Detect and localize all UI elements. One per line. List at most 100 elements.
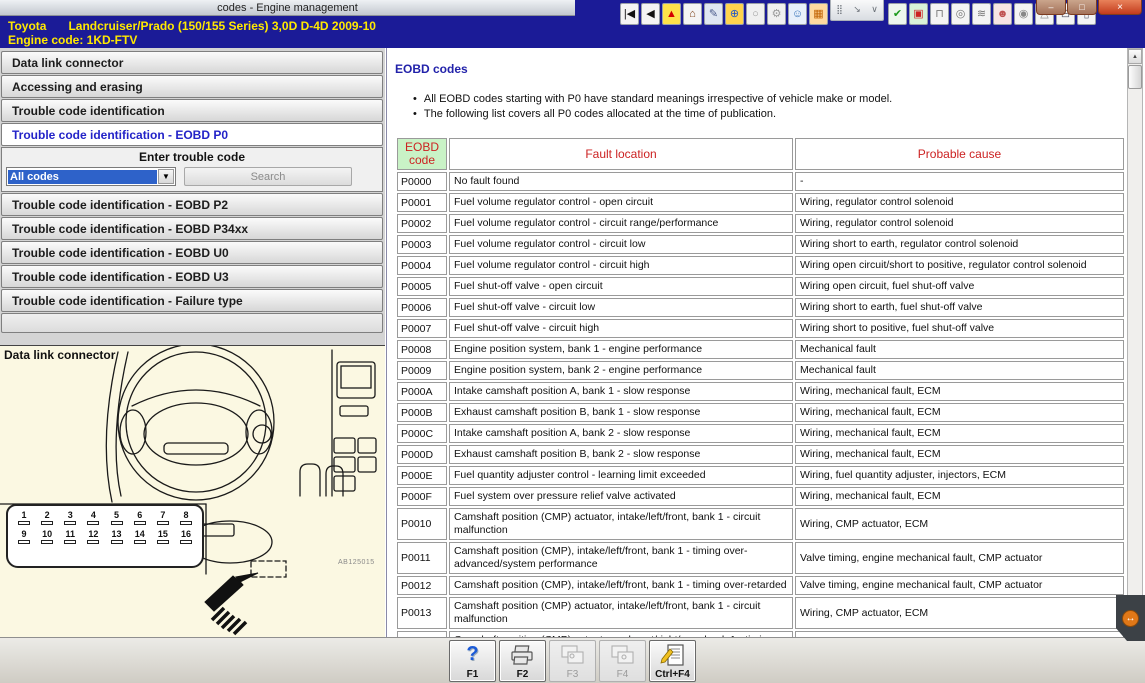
vehicle-header: ToyotaLandcruiser/Prado (150/155 Series)… xyxy=(8,19,376,33)
pin-slot xyxy=(180,521,192,525)
close-button[interactable]: × xyxy=(1098,0,1142,15)
chevron-down-icon: ∨ xyxy=(871,4,878,15)
scrollbar-thumb[interactable] xyxy=(1128,65,1142,89)
sidebar-item[interactable]: Trouble code identification - EOBD U0 xyxy=(1,241,383,264)
sidebar-item[interactable]: Trouble code identification xyxy=(1,99,383,122)
suspension-icon[interactable]: ≋ xyxy=(972,3,991,25)
pin-number: 4 xyxy=(83,510,103,520)
combobox-dropdown-icon[interactable]: ▼ xyxy=(158,169,174,184)
pin-slot xyxy=(64,521,76,525)
airbag-icon[interactable]: ☻ xyxy=(993,3,1012,25)
print-button[interactable]: F2 xyxy=(499,640,546,682)
column-header-cause: Probable cause xyxy=(795,138,1124,170)
connector-pin: 12 xyxy=(83,529,103,544)
drawing-tools-icon[interactable]: ✎ xyxy=(704,3,723,25)
pictures-icon xyxy=(610,644,636,666)
key-icon[interactable]: ○ xyxy=(746,3,765,25)
connector-pin: 10 xyxy=(37,529,57,544)
cell-probable-cause: Wiring open circuit/short to positive, r… xyxy=(795,256,1124,275)
cell-fault-location: Fuel volume regulator control - open cir… xyxy=(449,193,793,212)
nav-first-icon[interactable]: |◀ xyxy=(620,3,639,25)
people-icon[interactable]: ☺ xyxy=(788,3,807,25)
image-icon[interactable]: ▦ xyxy=(809,3,828,25)
pin-number: 6 xyxy=(130,510,150,520)
grid-handle-icon: ⣿ xyxy=(836,4,843,15)
search-panel-label: Enter trouble code xyxy=(6,150,378,164)
connector-pin: 4 xyxy=(83,510,103,525)
connector-pin: 5 xyxy=(107,510,127,525)
code-filter-combobox[interactable]: All codes ▼ xyxy=(6,167,176,186)
column-header-fault: Fault location xyxy=(449,138,793,170)
sidebar-item[interactable]: Trouble code identification - EOBD P0 xyxy=(1,123,383,146)
pointer-arrow xyxy=(205,573,258,611)
checklist-icon[interactable]: ✔ xyxy=(888,3,907,25)
sidebar-item-label: Trouble code identification - EOBD U3 xyxy=(12,270,229,284)
sidebar-item[interactable]: Trouble code identification - EOBD P2 xyxy=(1,193,383,216)
cell-fault-location: Exhaust camshaft position B, bank 2 - sl… xyxy=(449,445,793,464)
function-key-bar: ? F1 F2 F3 xyxy=(0,637,1145,683)
exit-door-icon[interactable]: ⌂ xyxy=(683,3,702,25)
pin-slot xyxy=(87,521,99,525)
help-button[interactable]: ? F1 xyxy=(449,640,496,682)
nav-back-icon[interactable]: ◀ xyxy=(641,3,660,25)
globe-icon[interactable]: ⊕ xyxy=(725,3,744,25)
cell-code: P0000 xyxy=(397,172,447,191)
scroll-up-icon: ▲ xyxy=(1132,54,1138,60)
cell-probable-cause: Mechanical fault xyxy=(795,361,1124,380)
restore-button[interactable]: □ xyxy=(1067,0,1097,15)
sidebar-item[interactable]: Accessing and erasing xyxy=(1,75,383,98)
pin-number: 9 xyxy=(14,529,34,539)
search-button[interactable]: Search xyxy=(184,167,352,186)
pin-number: 11 xyxy=(60,529,80,539)
connector-pin: 13 xyxy=(107,529,127,544)
cell-code: P0011 xyxy=(397,542,447,574)
cell-probable-cause: Valve timing, engine mechanical fault, C… xyxy=(795,576,1124,595)
cell-probable-cause: Wiring open circuit, fuel shut-off valve xyxy=(795,277,1124,296)
close-icon: × xyxy=(1117,2,1123,13)
images-button-f3[interactable]: F3 xyxy=(549,640,596,682)
cell-code: P000F xyxy=(397,487,447,506)
sidebar-item[interactable]: Data link connector xyxy=(1,51,383,74)
cell-code: P000E xyxy=(397,466,447,485)
brakes-icon[interactable]: ◎ xyxy=(951,3,970,25)
cell-probable-cause: Wiring, regulator control solenoid xyxy=(795,193,1124,212)
gears-icon[interactable]: ⚙ xyxy=(767,3,786,25)
warning-triangle-icon[interactable]: ▲ xyxy=(662,3,681,25)
table-row: P000D Exhaust camshaft position B, bank … xyxy=(397,445,1124,464)
images-button-f4[interactable]: F4 xyxy=(599,640,646,682)
pin-number: 13 xyxy=(107,529,127,539)
table-row: P0004 Fuel volume regulator control - ci… xyxy=(397,256,1124,275)
pin-number: 2 xyxy=(37,510,57,520)
pin-slot xyxy=(18,521,30,525)
toolbar-expander[interactable]: ⣿ ↘ ∨ xyxy=(830,0,884,21)
table-row: P000A Intake camshaft position A, bank 1… xyxy=(397,382,1124,401)
sidebar-item-label: Accessing and erasing xyxy=(12,80,143,94)
top-strip: codes - Engine management |◀ ◀ ▲ ⌂ ✎ ⊕ ○… xyxy=(0,0,1145,48)
notes-button[interactable]: Ctrl+F4 xyxy=(649,640,696,682)
minimize-button[interactable]: – xyxy=(1036,0,1066,15)
vertical-scrollbar[interactable]: ▲ ▼ xyxy=(1127,48,1143,637)
connector-pin: 2 xyxy=(37,510,57,525)
sidebar-empty-slot xyxy=(1,313,383,333)
scroll-up-button[interactable]: ▲ xyxy=(1128,49,1142,64)
cell-probable-cause: - xyxy=(795,172,1124,191)
cell-probable-cause: Wiring short to earth, fuel shut-off val… xyxy=(795,298,1124,317)
seat-icon[interactable]: ⊓ xyxy=(930,3,949,25)
table-row: P0005 Fuel shut-off valve - open circuit… xyxy=(397,277,1124,296)
pin-slot xyxy=(157,521,169,525)
sidebar-item[interactable]: Trouble code identification - EOBD U3 xyxy=(1,265,383,288)
connector-pin: 11 xyxy=(60,529,80,544)
cell-code: P0012 xyxy=(397,576,447,595)
pin-number: 8 xyxy=(176,510,196,520)
connector-pin: 9 xyxy=(14,529,34,544)
cell-fault-location: Intake camshaft position A, bank 2 - slo… xyxy=(449,424,793,443)
battery-icon[interactable]: ▣ xyxy=(909,3,928,25)
connector-pin: 7 xyxy=(153,510,173,525)
cell-code: P0013 xyxy=(397,597,447,629)
cell-probable-cause: Wiring, CMP actuator, ECM xyxy=(795,597,1124,629)
sidebar-item[interactable]: Trouble code identification - EOBD P34xx xyxy=(1,217,383,240)
sidebar-item[interactable]: Trouble code identification - Failure ty… xyxy=(1,289,383,312)
diagram-title: Data link connector xyxy=(4,348,115,362)
gauge-icon[interactable]: ◉ xyxy=(1014,3,1033,25)
cell-fault-location: Fuel volume regulator control - circuit … xyxy=(449,214,793,233)
